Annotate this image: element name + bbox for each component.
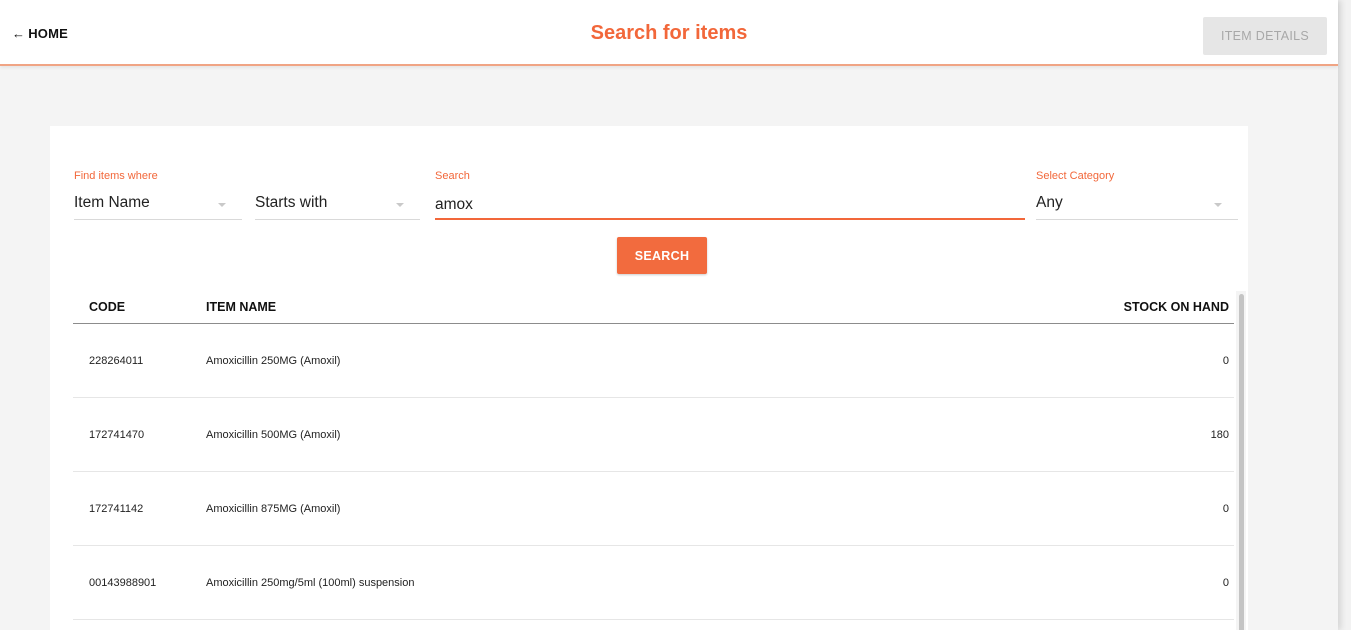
table-row[interactable]: 00143988901 Amoxicillin 250mg/5ml (100ml… <box>73 546 1234 620</box>
search-input[interactable] <box>435 192 1025 220</box>
row-item-name: Amoxicillin 250mg/5ml (100ml) suspension <box>206 577 415 589</box>
column-header-code[interactable]: CODE <box>89 300 125 314</box>
select-category-label: Select Category <box>1036 170 1115 182</box>
row-item-name: Amoxicillin 500MG (Amoxil) <box>206 429 341 441</box>
table-row[interactable]: 228264011 Amoxicillin 250MG (Amoxil) 0 <box>73 324 1234 398</box>
caret-down-icon <box>1214 203 1222 207</box>
app-window: ← HOME Search for items ITEM DETAILS Find… <box>0 0 1338 630</box>
row-code: 00143988901 <box>89 577 157 589</box>
condition-select-group: Starts with <box>255 170 420 220</box>
field-select[interactable]: Item Name <box>74 190 242 220</box>
search-card: Find items where Item Name Starts with S… <box>50 126 1248 630</box>
category-select[interactable]: Any <box>1036 190 1238 220</box>
condition-select[interactable]: Starts with <box>255 190 420 220</box>
category-select-value: Any <box>1036 194 1063 211</box>
row-code: 228264011 <box>89 355 144 367</box>
search-label: Search <box>435 170 470 182</box>
category-select-group: Select Category Any <box>1036 170 1238 220</box>
row-stock: 0 <box>1222 577 1229 589</box>
field-select-value: Item Name <box>74 194 150 211</box>
results-table: CODE ITEM NAME STOCK ON HAND 228264011 A… <box>73 289 1234 620</box>
page-title: Search for items <box>590 22 748 44</box>
column-header-stock[interactable]: STOCK ON HAND <box>1124 300 1229 314</box>
item-details-button[interactable]: ITEM DETAILS <box>1203 17 1327 55</box>
search-button[interactable]: SEARCH <box>617 237 707 274</box>
table-header: CODE ITEM NAME STOCK ON HAND <box>73 289 1234 324</box>
caret-down-icon <box>396 203 404 207</box>
row-stock: 180 <box>1210 429 1229 441</box>
column-header-item-name[interactable]: ITEM NAME <box>206 300 276 314</box>
condition-select-value: Starts with <box>255 194 328 211</box>
find-items-label: Find items where <box>74 170 158 182</box>
caret-down-icon <box>218 203 226 207</box>
table-row[interactable]: 172741470 Amoxicillin 500MG (Amoxil) 180 <box>73 398 1234 472</box>
field-select-group: Find items where Item Name <box>74 170 242 220</box>
top-bar: ← HOME Search for items ITEM DETAILS <box>0 0 1338 66</box>
row-stock: 0 <box>1222 503 1229 515</box>
row-item-name: Amoxicillin 875MG (Amoxil) <box>206 503 341 515</box>
row-item-name: Amoxicillin 250MG (Amoxil) <box>206 355 341 367</box>
search-field-group: Search <box>435 170 1025 220</box>
scrollbar-thumb[interactable] <box>1239 294 1244 630</box>
row-code: 172741142 <box>89 503 144 515</box>
row-stock: 0 <box>1222 355 1229 367</box>
row-code: 172741470 <box>89 429 145 441</box>
table-row[interactable]: 172741142 Amoxicillin 875MG (Amoxil) 0 <box>73 472 1234 546</box>
